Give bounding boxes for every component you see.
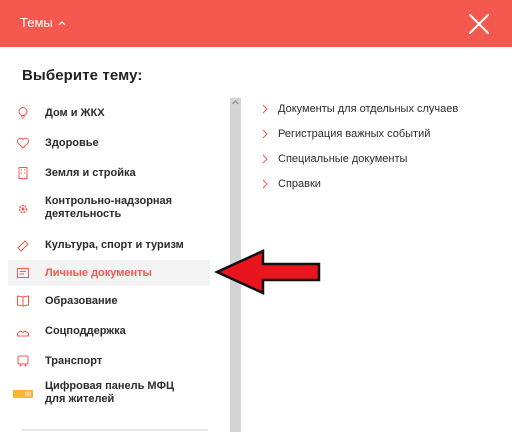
topic-label: Дом и ЖКХ	[45, 107, 105, 119]
subtopic-item[interactable]: Справки	[262, 178, 321, 190]
topic-item-health[interactable]: Здоровье	[8, 128, 210, 158]
topic-item-transport[interactable]: Транспорт	[8, 346, 210, 376]
topic-label: Культура, спорт и туризм	[45, 239, 184, 251]
topic-label: Цифровая панель МФЦ для жителей	[45, 380, 174, 405]
subtopic-label: Справки	[278, 178, 321, 190]
subtopic-item[interactable]: Специальные документы	[262, 153, 407, 165]
lightbulb-icon	[18, 107, 28, 119]
page-title: Выберите тему:	[22, 67, 143, 84]
subtopic-label: Специальные документы	[278, 153, 408, 165]
topics-dropdown[interactable]: Темы	[20, 15, 66, 30]
topic-item-housing[interactable]: Дом и ЖКХ	[8, 98, 210, 128]
gear-icon	[18, 204, 28, 214]
ticket-icon	[17, 240, 29, 252]
subtopic-label: Регистрация важных событий	[278, 128, 431, 140]
book-icon	[17, 295, 29, 307]
subtopic-item[interactable]: Регистрация важных событий	[262, 128, 430, 140]
chevron-right-icon	[262, 104, 268, 114]
topic-label: Контрольно-надзорная деятельность	[45, 195, 173, 220]
topic-item-control[interactable]: Контрольно-надзорная деятельность	[8, 188, 210, 230]
pointer-arrow-icon	[213, 249, 321, 295]
topic-item-culture[interactable]: Культура, спорт и туризм	[8, 230, 210, 260]
topic-label: Соцподдержка	[45, 325, 126, 337]
car-icon	[17, 355, 29, 367]
divider	[22, 429, 208, 431]
topic-label: Образование	[45, 295, 118, 307]
scroll-up-icon[interactable]	[231, 99, 240, 105]
chevron-up-icon	[58, 20, 66, 25]
header-title: Темы	[20, 15, 53, 30]
topic-item-social[interactable]: Соцподдержка	[8, 316, 210, 346]
chevron-right-icon	[262, 129, 268, 139]
building-icon	[18, 167, 28, 179]
topic-item-personal-docs[interactable]: Личные документы	[8, 260, 210, 286]
topic-label: Транспорт	[45, 355, 103, 367]
topic-item-land[interactable]: Земля и стройка	[8, 158, 210, 188]
topic-label: Земля и стройка	[45, 167, 136, 179]
subtopic-item[interactable]: Документы для отдельных случаев	[262, 103, 458, 115]
close-icon[interactable]	[464, 9, 494, 39]
header-bar: Темы	[0, 0, 512, 47]
chevron-right-icon	[262, 154, 268, 164]
subtopic-label: Документы для отдельных случаев	[278, 103, 459, 115]
hands-icon	[17, 330, 29, 337]
topic-label: Здоровье	[45, 137, 99, 149]
heart-icon	[16, 137, 30, 149]
chevron-right-icon	[262, 179, 268, 189]
topic-item-education[interactable]: Образование	[8, 286, 210, 316]
card-icon	[13, 390, 33, 398]
topic-item-mfc-panel[interactable]: Цифровая панель МФЦ для жителей	[8, 376, 210, 412]
topic-label: Личные документы	[45, 267, 152, 279]
id-card-icon	[17, 268, 29, 278]
